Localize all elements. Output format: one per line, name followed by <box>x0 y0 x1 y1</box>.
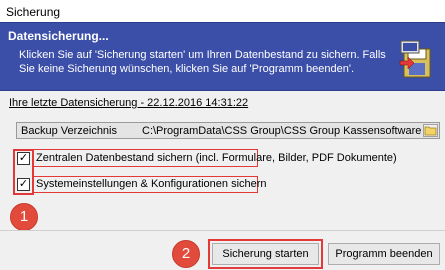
last-backup-info: Ihre letzte Datensicherung - 22.12.2016 … <box>9 97 249 109</box>
exit-program-button[interactable]: Programm beenden <box>328 243 440 265</box>
checkbox-system-settings[interactable]: ✓ <box>17 178 30 191</box>
window-title: Sicherung <box>6 5 61 19</box>
banner-text: Klicken Sie auf 'Sicherung starten' um I… <box>19 49 386 75</box>
option-label: Systemeinstellungen & Konfigurationen si… <box>36 178 267 190</box>
backup-disk-icon <box>399 40 431 78</box>
folder-icon <box>424 126 437 136</box>
option-label: Zentralen Datenbestand sichern (incl. Fo… <box>36 152 397 164</box>
backup-directory-path[interactable]: C:\ProgramData\CSS Group\CSS Group Kasse… <box>142 125 422 137</box>
info-banner: Datensicherung... Klicken Sie auf 'Siche… <box>0 22 445 91</box>
annotation-badge-1: 1 <box>10 203 38 231</box>
start-backup-button[interactable]: Sicherung starten <box>212 243 319 265</box>
checkbox-central-data[interactable]: ✓ <box>17 152 30 165</box>
banner-title: Datensicherung... <box>8 29 109 43</box>
divider <box>0 230 445 231</box>
title-bar: Sicherung <box>0 0 445 22</box>
browse-folder-button[interactable] <box>423 124 438 137</box>
backup-directory-field[interactable]: Backup Verzeichnis C:\ProgramData\CSS Gr… <box>16 122 440 139</box>
backup-directory-label: Backup Verzeichnis <box>21 125 117 137</box>
annotation-badge-2: 2 <box>172 240 200 268</box>
